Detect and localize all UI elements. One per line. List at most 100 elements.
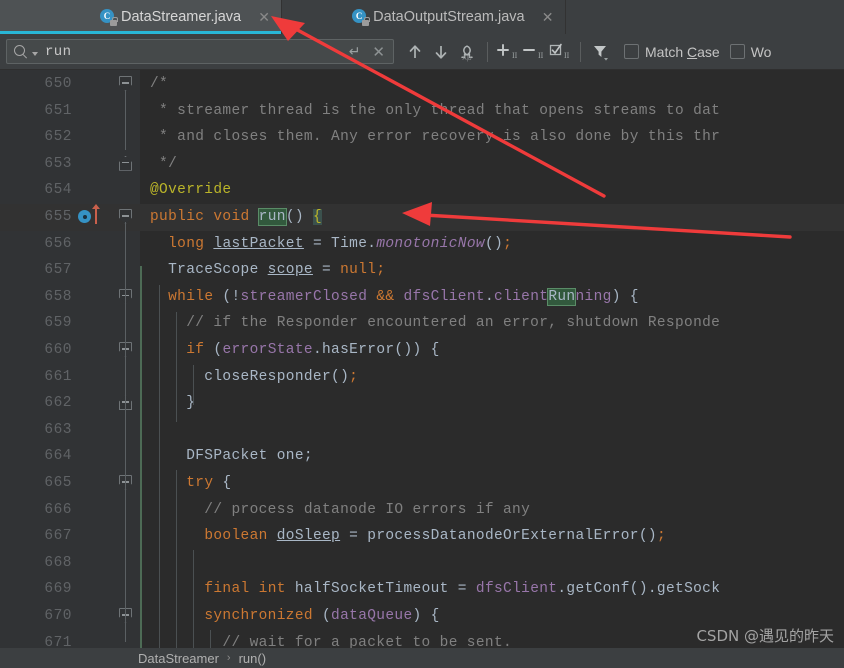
close-icon[interactable]: ✕ (541, 10, 555, 24)
find-previous-button[interactable] (402, 39, 428, 65)
line-number: 653 (44, 155, 72, 172)
code-line[interactable]: 652 * and closes them. Any error recover… (0, 124, 844, 151)
breadcrumb-item-class[interactable]: DataStreamer (138, 651, 219, 666)
code-text: // if the Responder encountered an error… (150, 315, 721, 332)
breadcrumb-item-method[interactable]: run() (239, 651, 266, 666)
tab-datastreamer-java[interactable]: C DataStreamer.java ✕ (0, 0, 283, 34)
filter-options-button[interactable] (588, 39, 614, 65)
indent-guide (176, 470, 177, 648)
search-input[interactable]: run (45, 44, 349, 60)
fold-expanded-icon[interactable] (119, 342, 134, 357)
line-number: 668 (44, 554, 72, 571)
fold-expanded-icon[interactable] (119, 209, 134, 224)
line-number: 670 (44, 608, 72, 624)
fold-connector (125, 222, 126, 642)
code-text: @Override (150, 182, 232, 199)
line-number: 662 (44, 395, 72, 412)
ide-window: C DataStreamer.java ✕ C DataOutputStream… (0, 0, 844, 668)
magnifier-icon[interactable] (13, 44, 28, 59)
code-text: if (errorState.hasError()) { (186, 342, 440, 358)
java-class-icon: C (100, 9, 118, 26)
code-line[interactable]: 657 TraceScope scope = null; (0, 257, 844, 284)
chevron-down-icon[interactable] (32, 51, 38, 56)
line-number: 661 (44, 368, 72, 385)
line-number: 654 (44, 182, 72, 199)
tab-label: DataOutputStream.java (373, 9, 525, 25)
editor-tab-bar: C DataStreamer.java ✕ C DataOutputStream… (0, 0, 844, 34)
code-text: long lastPacket = Time.monotonicNow(); (168, 235, 513, 252)
checkbox-box[interactable] (624, 44, 639, 59)
code-text: TraceScope scope = null; (150, 262, 386, 279)
code-line[interactable]: 663 (0, 417, 844, 444)
chevron-right-icon: › (226, 652, 231, 664)
code-text: /* (150, 76, 169, 92)
line-number: 671 (44, 634, 72, 648)
code-line[interactable]: 659 // if the Responder encountered an e… (0, 310, 844, 337)
line-number: 655 (44, 209, 72, 225)
code-line[interactable]: 669 final int halfSocketTimeout = dfsCli… (0, 576, 844, 603)
fold-expanded-icon[interactable] (119, 475, 134, 490)
code-editor[interactable]: 650 /* 651 * streamer thread is the only t… (0, 70, 844, 648)
svg-text:II: II (564, 51, 570, 60)
breadcrumb[interactable]: DataStreamer › run() (0, 648, 844, 668)
fold-expanded-icon[interactable] (119, 288, 134, 304)
line-number: 657 (44, 262, 72, 279)
code-text: boolean doSleep = processDatanodeOrExter… (204, 528, 666, 545)
code-line[interactable]: 656 long lastPacket = Time.monotonicNow(… (0, 231, 844, 258)
line-number: 665 (44, 475, 72, 491)
code-text: } (150, 395, 196, 412)
regex-toggle-button[interactable]: A|b (454, 39, 480, 65)
code-text: // wait for a packet to be sent. (150, 634, 513, 648)
indent-guide (193, 550, 194, 648)
svg-text:II: II (512, 51, 518, 60)
close-icon[interactable]: ✕ (257, 10, 271, 24)
java-class-icon: C (352, 9, 370, 26)
fold-end-icon[interactable] (119, 155, 134, 171)
code-text: closeResponder(); (150, 368, 359, 385)
code-text: * and closes them. Any error recovery is… (150, 129, 721, 146)
words-label: Wo (750, 43, 772, 60)
code-line[interactable]: 666 // process datanode IO errors if any (0, 497, 844, 524)
line-number: 656 (44, 235, 72, 252)
toolbar-divider (487, 41, 488, 62)
enter-icon[interactable]: ↵ (349, 43, 361, 60)
fold-connector (125, 90, 126, 150)
line-number: 652 (44, 129, 72, 146)
line-number: 669 (44, 581, 72, 598)
indent-guide (176, 312, 177, 422)
run-method-override-icon[interactable] (78, 204, 108, 227)
indent-guide (210, 630, 211, 648)
tab-dataoutputstream-java[interactable]: C DataOutputStream.java ✕ (282, 0, 566, 34)
fold-expanded-icon[interactable] (119, 76, 134, 91)
code-line[interactable]: 651 * streamer thread is the only thread… (0, 98, 844, 125)
code-line[interactable]: 661 closeResponder(); (0, 364, 844, 391)
indent-guide (159, 285, 160, 648)
code-line[interactable]: 654 @Override (0, 177, 844, 204)
match-case-checkbox[interactable]: Match Case (624, 44, 720, 60)
clear-search-icon[interactable]: ✕ (372, 43, 385, 61)
line-number: 660 (44, 342, 72, 358)
find-toolbar: run ↵ ✕ A|b II II II Match Case Wo (0, 34, 844, 70)
line-number: 666 (44, 501, 72, 518)
watermark: CSDN @遇见的昨天 (696, 627, 834, 645)
code-text: try { (186, 475, 232, 491)
search-input-wrapper[interactable]: run ↵ ✕ (6, 39, 394, 64)
code-line[interactable]: 667 boolean doSleep = processDatanodeOrE… (0, 523, 844, 550)
line-number: 651 (44, 102, 72, 119)
words-checkbox[interactable]: Wo (729, 43, 772, 60)
code-text: while (!streamerClosed && dfsClient.clie… (168, 287, 639, 306)
fold-expanded-icon[interactable] (119, 608, 134, 623)
add-selection-button[interactable]: II (495, 39, 521, 65)
checkbox-box[interactable] (729, 44, 745, 59)
select-all-occurrences-button[interactable]: II (547, 39, 573, 65)
remove-selection-button[interactable]: II (521, 39, 547, 65)
find-next-button[interactable] (428, 39, 454, 65)
code-line[interactable]: 664 DFSPacket one; (0, 443, 844, 470)
line-number: 664 (44, 448, 72, 465)
fold-end-icon[interactable] (119, 395, 134, 411)
line-number: 663 (44, 421, 72, 438)
code-text: // process datanode IO errors if any (150, 501, 531, 518)
code-line[interactable]: 668 (0, 550, 844, 577)
svg-text:A|b: A|b (463, 56, 473, 62)
toolbar-divider (580, 41, 581, 62)
